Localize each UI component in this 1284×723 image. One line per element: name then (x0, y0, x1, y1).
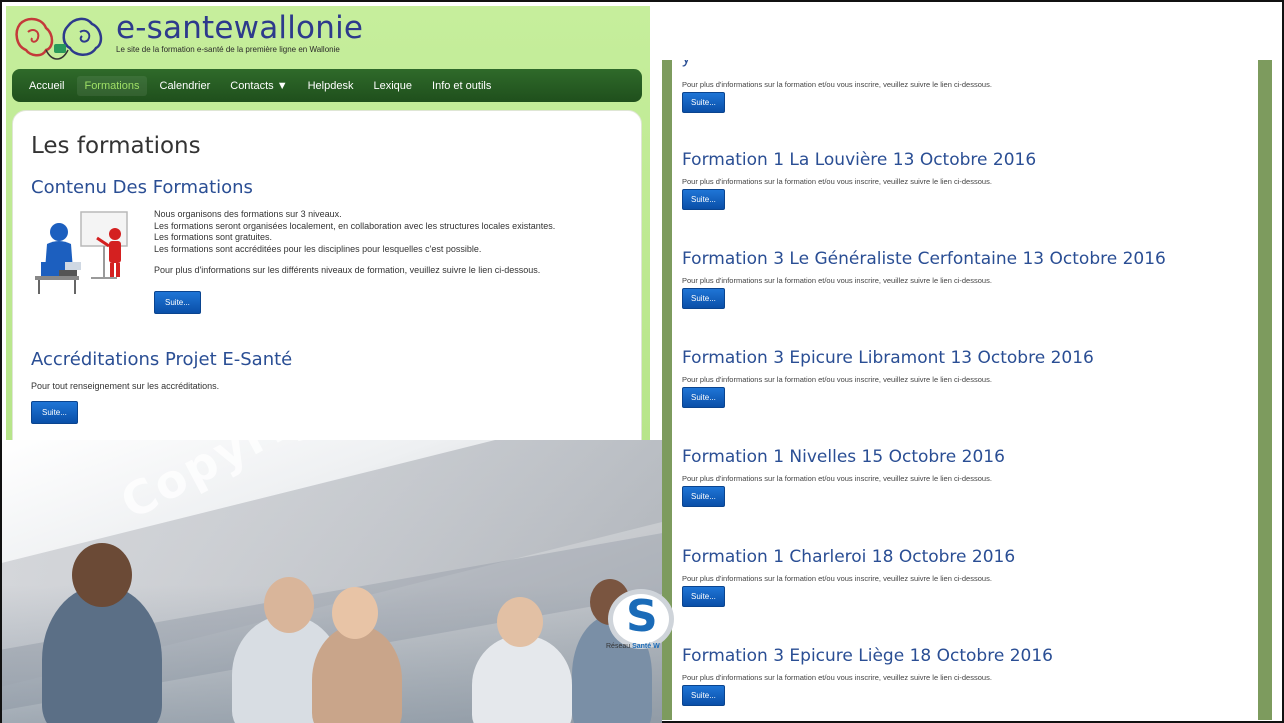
formation-title[interactable]: Formation 3 Epicure Libramont 13 Octobre… (682, 348, 1252, 368)
blank-area (650, 6, 1280, 60)
site-title-block: e-santewallonie Le site de la formation … (116, 10, 363, 54)
description-line: Nous organisons des formations sur 3 niv… (154, 209, 342, 219)
description-line: Les formations sont gratuites. (154, 232, 273, 242)
site-name[interactable]: e-santewallonie (116, 10, 363, 46)
nav-item-lexique[interactable]: Lexique (366, 76, 419, 96)
description-line: Les formations seront organisées localem… (154, 220, 556, 231)
nav-item-contacts[interactable]: Contacts ▼ (223, 76, 294, 96)
person-head (332, 587, 378, 639)
nav-item-calendrier[interactable]: Calendrier (153, 76, 218, 96)
formation-title[interactable]: Formation 3 Epicure Liège 18 Octobre 201… (682, 646, 1252, 666)
formation-info-text: Pour plus d'informations sur la formatio… (682, 375, 992, 384)
page-title: Les formations (31, 133, 201, 159)
section-title-accreditations[interactable]: Accréditations Projet E-Santé (31, 349, 292, 370)
person-head (72, 543, 132, 607)
formation-item: Formation 3 Epicure Libramont 13 Octobre… (682, 348, 1252, 408)
suite-button[interactable]: Suite... (682, 288, 725, 309)
nav-item-accueil[interactable]: Accueil (22, 76, 71, 96)
logo-tagline: Réseau Santé W (606, 643, 660, 650)
reseau-sante-logo: S Réseau Santé W (606, 587, 676, 657)
site-header: e-santewallonie Le site de la formation … (12, 10, 363, 70)
suite-button[interactable]: Suite... (31, 401, 78, 424)
nav-item-helpdesk[interactable]: Helpdesk (301, 76, 361, 96)
formation-title[interactable]: Formation 1 Charleroi 18 Octobre 2016 (682, 547, 1252, 567)
main-nav: Accueil Formations Calendrier Contacts ▼… (12, 69, 642, 102)
formation-info-text: Pour plus d'informations sur la formatio… (682, 574, 992, 583)
formation-item: Pour plus d'informations sur la formatio… (682, 80, 1252, 113)
logo-letter: S (626, 591, 658, 642)
nav-item-formations[interactable]: Formations (77, 75, 147, 96)
person-figure (312, 625, 402, 723)
formation-info-text: Pour plus d'informations sur la formatio… (682, 177, 992, 186)
section-title-contenu[interactable]: Contenu Des Formations (31, 177, 253, 198)
section-description: Nous organisons des formations sur 3 niv… (154, 209, 555, 277)
suite-button[interactable]: Suite... (682, 387, 725, 408)
suite-button[interactable]: Suite... (682, 586, 725, 607)
description-more: Pour plus d'informations sur les différe… (154, 265, 541, 275)
nav-item-info-et-outils[interactable]: Info et outils (425, 76, 498, 96)
suite-button[interactable]: Suite... (682, 189, 725, 210)
partial-title: y (682, 60, 691, 68)
suite-button[interactable]: Suite... (682, 486, 725, 507)
formation-title[interactable]: Formation 1 Nivelles 15 Octobre 2016 (682, 447, 1252, 467)
slide-background (2, 440, 662, 723)
formation-list-screenshot: y Pour plus d'informations sur la format… (662, 60, 1272, 720)
formation-title[interactable]: Formation 1 La Louvière 13 Octobre 2016 (682, 150, 1252, 170)
formation-list: y Pour plus d'informations sur la format… (672, 60, 1258, 720)
formation-info-text: Pour plus d'informations sur la formatio… (682, 474, 992, 483)
formation-info-text: Pour plus d'informations sur la formatio… (682, 80, 992, 89)
formation-title[interactable]: Formation 3 Le Généraliste Cerfontaine 1… (682, 249, 1252, 269)
formation-info-text: Pour plus d'informations sur la formatio… (682, 673, 992, 682)
presentation-illustration (29, 208, 134, 298)
formation-item: Formation 1 Charleroi 18 Octobre 2016 Po… (682, 547, 1252, 607)
site-logo-icon[interactable] (12, 10, 112, 66)
description-line: Les formations sont accréditées pour les… (154, 243, 482, 254)
suite-button[interactable]: Suite... (682, 92, 725, 113)
medical-staff-photo (2, 543, 662, 723)
suite-button[interactable]: Suite... (682, 685, 725, 706)
person-figure (472, 635, 572, 723)
formation-info-text: Pour plus d'informations sur la formatio… (682, 276, 992, 285)
suite-button[interactable]: Suite... (154, 291, 201, 314)
formation-item: Formation 1 Nivelles 15 Octobre 2016 Pou… (682, 447, 1252, 507)
site-tagline: Le site de la formation e-santé de la pr… (116, 45, 340, 54)
accreditations-text: Pour tout renseignement sur les accrédit… (31, 381, 220, 391)
person-head (264, 577, 314, 633)
person-head (497, 597, 543, 647)
formation-item: Formation 3 Epicure Liège 18 Octobre 201… (682, 646, 1252, 706)
formation-item: Formation 1 La Louvière 13 Octobre 2016 … (682, 150, 1252, 210)
formation-item: Formation 3 Le Généraliste Cerfontaine 1… (682, 249, 1252, 309)
